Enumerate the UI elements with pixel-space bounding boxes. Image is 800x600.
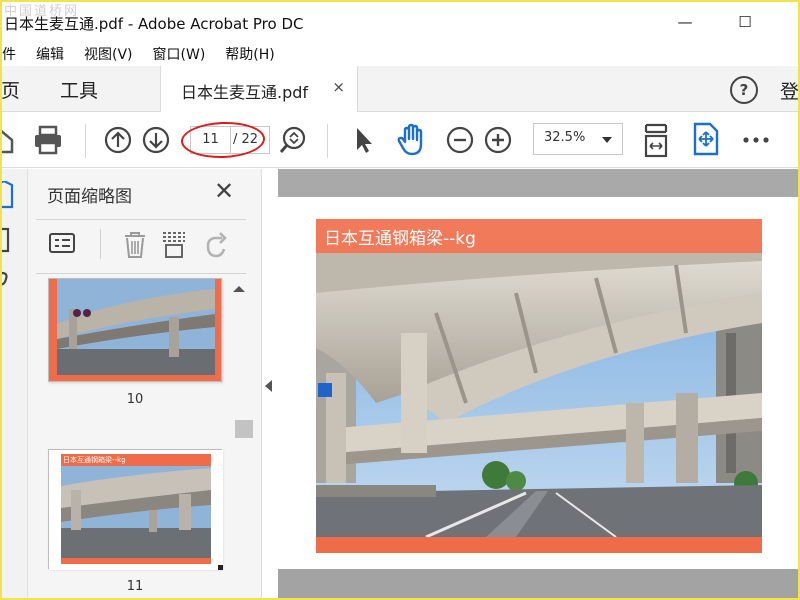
- zoom-level-value: 32.5%: [544, 130, 586, 145]
- menu-bar: 件 编辑 视图(V) 窗口(W) 帮助(H): [0, 42, 800, 66]
- menu-file[interactable]: 件: [2, 44, 16, 64]
- page-thumbnail-11[interactable]: 日本互通钢箱梁--kg: [48, 449, 223, 570]
- divider: [36, 273, 246, 274]
- rotate-icon[interactable]: [202, 229, 232, 259]
- scrollbar-thumb[interactable]: [235, 420, 253, 438]
- window-title: 日本生麦互通.pdf - Adobe Acrobat Pro DC: [4, 15, 304, 33]
- toolbar-separator: [327, 124, 328, 158]
- more-options-icon[interactable]: [740, 124, 772, 156]
- trash-icon[interactable]: [120, 229, 150, 259]
- tab-document-label: 日本生麦互通.pdf: [181, 83, 309, 102]
- menu-edit[interactable]: 编辑: [36, 44, 64, 64]
- menu-help[interactable]: 帮助(H): [225, 44, 274, 64]
- slide-title: 日本互通钢箱梁--kg: [324, 229, 476, 249]
- page-gap: [278, 569, 800, 600]
- zoom-out-icon[interactable]: [444, 124, 476, 156]
- divider: [36, 219, 246, 220]
- thumbnail-options-icon[interactable]: [48, 229, 78, 259]
- title-bar: 中国道桥网 日本生麦互通.pdf - Adobe Acrobat Pro DC …: [0, 0, 800, 42]
- full-screen-icon[interactable]: [690, 122, 722, 156]
- scroll-up-icon[interactable]: [233, 286, 245, 292]
- toolbar-separator: [85, 124, 86, 158]
- tab-tools[interactable]: 工具: [60, 76, 98, 103]
- tab-home[interactable]: 主页: [0, 76, 20, 103]
- fit-page-icon[interactable]: [640, 122, 672, 158]
- page-thumbnail-10[interactable]: [48, 278, 222, 382]
- thumbnail-slide-title: 日本互通钢箱梁--kg: [63, 456, 126, 464]
- page-thumbnails-panel: 页面缩略图 ✕ 10 日本互通钢箱梁--kg 11: [28, 169, 262, 600]
- thumbnail-image: [49, 450, 223, 570]
- next-page-icon[interactable]: [140, 124, 172, 156]
- thumbnail-image: [49, 279, 221, 381]
- print-icon[interactable]: [32, 124, 64, 156]
- pdf-page: 日本互通钢箱梁--kg: [278, 197, 800, 569]
- home-icon[interactable]: [0, 124, 16, 156]
- select-tool-icon[interactable]: [348, 124, 380, 156]
- zoom-in-icon[interactable]: [482, 124, 514, 156]
- maximize-button[interactable]: ☐: [730, 10, 760, 34]
- hand-tool-icon[interactable]: [395, 122, 429, 158]
- previous-page-icon[interactable]: [102, 124, 134, 156]
- bookmarks-icon[interactable]: [0, 227, 14, 255]
- navigation-strip: [0, 169, 28, 600]
- chevron-down-icon: [602, 137, 612, 143]
- slide: 日本互通钢箱梁--kg: [316, 219, 762, 553]
- help-icon[interactable]: ?: [730, 76, 758, 104]
- thumbnail-label-10: 10: [126, 392, 144, 407]
- thumbnail-label-11: 11: [126, 579, 144, 594]
- menu-view[interactable]: 视图(V): [84, 44, 133, 64]
- document-view[interactable]: 日本互通钢箱梁--kg: [278, 169, 800, 600]
- thumbnail-corner-marker: [218, 565, 223, 570]
- login-button[interactable]: 登: [780, 77, 799, 104]
- extract-pages-icon[interactable]: [160, 229, 190, 259]
- divider: [100, 229, 101, 259]
- close-icon[interactable]: ✕: [214, 177, 234, 205]
- tab-bar: 主页 工具 日本生麦互通.pdf ×: [0, 66, 800, 112]
- attachments-icon[interactable]: [0, 269, 14, 289]
- bridge-image: [316, 253, 762, 537]
- bridge-photo: [316, 253, 762, 537]
- page-thumbnails-icon[interactable]: [0, 181, 14, 209]
- menu-window[interactable]: 窗口(W): [153, 44, 206, 64]
- panel-title: 页面缩略图: [47, 187, 132, 207]
- zoom-search-icon[interactable]: [278, 124, 310, 156]
- collapse-panel-icon[interactable]: [265, 380, 272, 392]
- tab-document[interactable]: 日本生麦互通.pdf ×: [160, 66, 358, 112]
- zoom-level-dropdown[interactable]: 32.5%: [533, 123, 623, 155]
- minimize-button[interactable]: —: [670, 10, 700, 34]
- tab-close-icon[interactable]: ×: [332, 78, 345, 96]
